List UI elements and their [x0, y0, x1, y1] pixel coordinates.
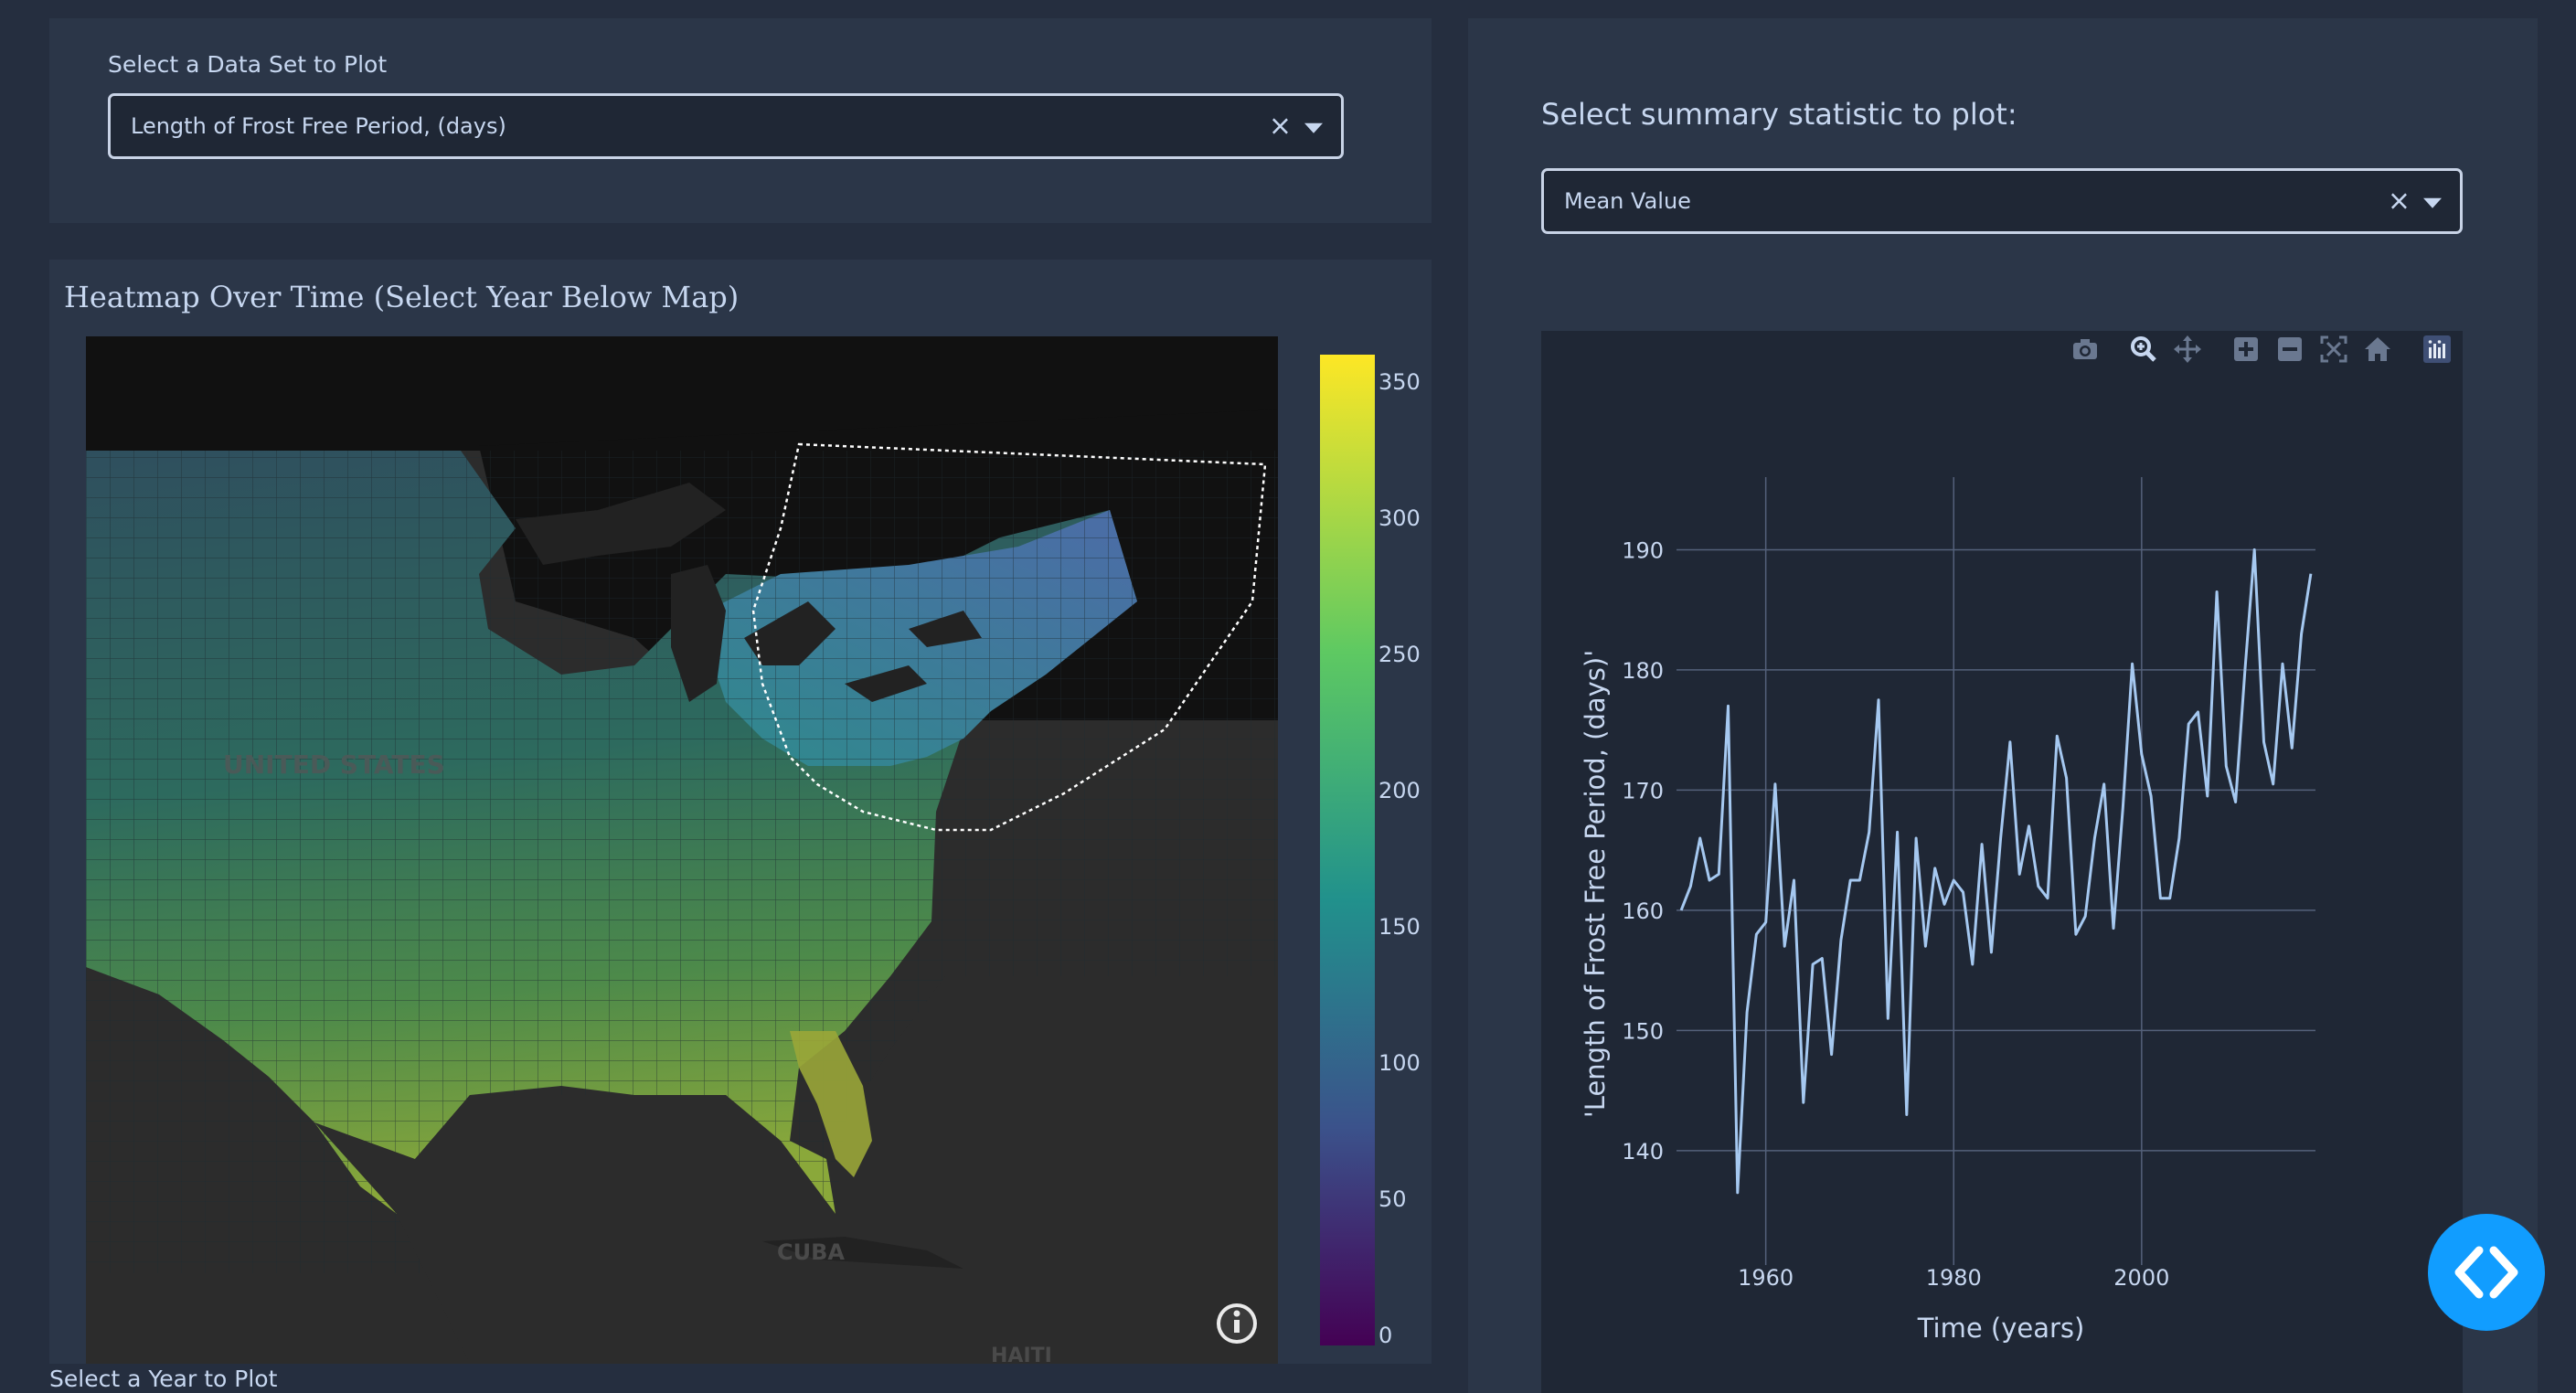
dataset-chevron-down-icon[interactable]	[1304, 122, 1323, 133]
x-tick-labels: 1960 1980 2000	[1738, 1265, 2169, 1291]
y-tick-label: 140	[1622, 1139, 1664, 1164]
statistic-clear-icon[interactable]: ×	[2388, 186, 2411, 218]
grid-lines	[1677, 477, 2315, 1265]
info-icon[interactable]	[1217, 1303, 1257, 1344]
map-label-country: UNITED STATES	[223, 750, 445, 780]
code-icon	[2454, 1246, 2518, 1299]
series-line	[1679, 548, 2313, 1195]
x-axis-title: Time (years)	[1917, 1313, 2085, 1344]
x-tick-label: 1980	[1926, 1265, 1982, 1291]
statistic-dropdown[interactable]: Mean Value ×	[1541, 168, 2463, 234]
colorbar-tick-label: 200	[1378, 778, 1421, 803]
y-tick-label: 190	[1622, 537, 1664, 563]
x-tick-label: 1960	[1738, 1265, 1794, 1291]
x-tick-label: 2000	[2113, 1265, 2169, 1291]
colorbar-tick-label: 350	[1378, 369, 1421, 395]
line-chart[interactable]: 140 150 160 170 180 190 1960 1980 2000 Time (ye…	[1541, 331, 2463, 1393]
y-tick-label: 180	[1622, 658, 1664, 684]
y-tick-label: 150	[1622, 1018, 1664, 1044]
y-tick-label: 170	[1622, 778, 1664, 803]
colorbar-tick-label: 300	[1378, 505, 1421, 531]
colorbar-tick-label: 0	[1378, 1323, 1393, 1348]
y-tick-label: 160	[1622, 899, 1664, 924]
year-label: Select a Year to Plot	[49, 1366, 278, 1392]
map-label-cuba: CUBA	[777, 1239, 845, 1265]
colorbar	[1320, 355, 1375, 1345]
y-axis-title: 'Length of Frost Free Period, (days)'	[1580, 650, 1611, 1118]
colorbar-tick-label: 250	[1378, 642, 1421, 667]
heatmap-title: Heatmap Over Time (Select Year Below Map…	[64, 280, 740, 314]
dataset-dropdown[interactable]: Length of Frost Free Period, (days) ×	[108, 93, 1344, 159]
dataset-value: Length of Frost Free Period, (days)	[131, 113, 506, 139]
statistic-chevron-down-icon[interactable]	[2423, 197, 2442, 208]
statistic-label: Select summary statistic to plot:	[1541, 97, 2017, 132]
dataset-panel: Select a Data Set to Plot Length of Fros…	[49, 18, 1432, 223]
map-label-haiti: HAITI	[991, 1345, 1052, 1364]
code-fab-button[interactable]	[2428, 1214, 2545, 1331]
colorbar-tick-label: 100	[1378, 1050, 1421, 1076]
y-tick-labels: 140 150 160 170 180 190	[1622, 537, 1664, 1164]
statistic-value: Mean Value	[1564, 188, 1691, 214]
heatmap-map[interactable]: UNITED STATES CUBA HAITI	[86, 336, 1278, 1364]
dataset-label: Select a Data Set to Plot	[108, 51, 388, 78]
colorbar-tick-label: 150	[1378, 914, 1421, 940]
dataset-clear-icon[interactable]: ×	[1269, 111, 1292, 143]
colorbar-tick-label: 50	[1378, 1186, 1407, 1212]
